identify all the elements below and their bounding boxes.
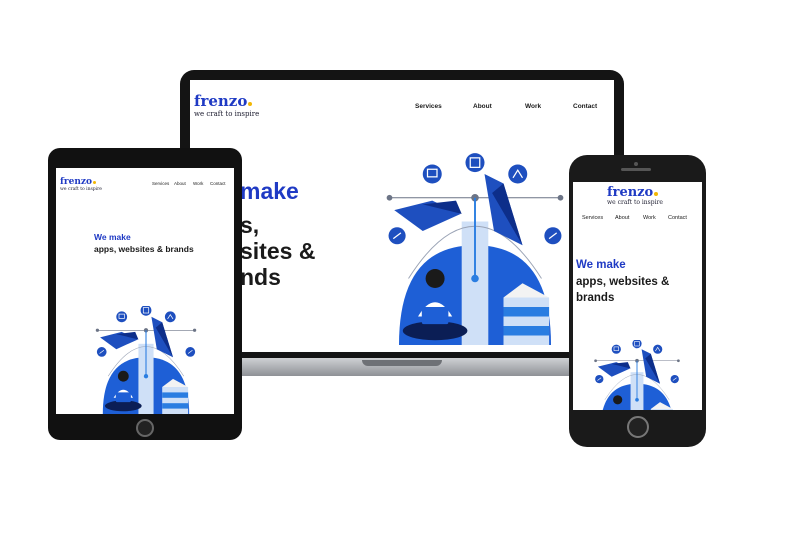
nav-about[interactable]: About xyxy=(615,215,643,221)
laptop-notch xyxy=(362,360,442,366)
phone-logo[interactable]: frenzo xyxy=(607,186,659,199)
laptop-hero-line1: make xyxy=(240,178,299,204)
tablet-hero-illustration xyxy=(86,306,206,414)
phone-tagline: we craft to inspire xyxy=(607,199,663,206)
phone-screen: frenzo we craft to inspire Services Abou… xyxy=(573,182,702,410)
phone-hero-line2b: brands xyxy=(576,292,615,304)
tablet-tagline: we craft to inspire xyxy=(60,187,102,192)
phone-camera xyxy=(634,162,638,166)
nav-work[interactable]: Work xyxy=(643,215,668,221)
phone-speaker xyxy=(621,168,651,171)
nav-services[interactable]: Services xyxy=(582,215,615,221)
laptop-tagline: we craft to inspire xyxy=(194,110,260,118)
tablet-hero-line2: apps, websites & brands xyxy=(94,244,194,254)
laptop-hero-line2c: nds xyxy=(240,264,281,290)
phone-hero-illustration xyxy=(587,340,687,410)
laptop-nav: Services About Work Contact xyxy=(415,103,597,110)
nav-contact[interactable]: Contact xyxy=(668,215,687,221)
tablet-nav: Services About Work Contact xyxy=(152,181,226,186)
phone-nav: Services About Work Contact xyxy=(582,215,687,221)
nav-about[interactable]: About xyxy=(473,103,525,110)
nav-work[interactable]: Work xyxy=(193,181,210,186)
laptop-hero-line2b: sites & xyxy=(240,238,316,264)
laptop-logo[interactable]: frenzo xyxy=(194,94,253,109)
nav-work[interactable]: Work xyxy=(525,103,573,110)
nav-contact[interactable]: Contact xyxy=(573,103,597,110)
tablet-home-button[interactable] xyxy=(136,419,154,437)
nav-about[interactable]: About xyxy=(174,181,193,186)
phone-hero-line1: We make xyxy=(576,259,626,271)
tablet-screen: frenzo we craft to inspire Services Abou… xyxy=(56,168,234,414)
tablet-logo[interactable]: frenzo xyxy=(60,178,96,187)
nav-services[interactable]: Services xyxy=(152,181,174,186)
tablet-hero-line1: We make xyxy=(94,232,131,242)
nav-contact[interactable]: Contact xyxy=(210,181,226,186)
laptop-hero-illustration xyxy=(380,148,570,352)
laptop-hero-line2a: s, xyxy=(240,212,260,238)
phone-hero-line2a: apps, websites & xyxy=(576,276,670,288)
nav-services[interactable]: Services xyxy=(415,103,473,110)
phone-home-button[interactable] xyxy=(627,416,649,438)
laptop-screen: frenzo we craft to inspire Services Abou… xyxy=(190,80,614,352)
